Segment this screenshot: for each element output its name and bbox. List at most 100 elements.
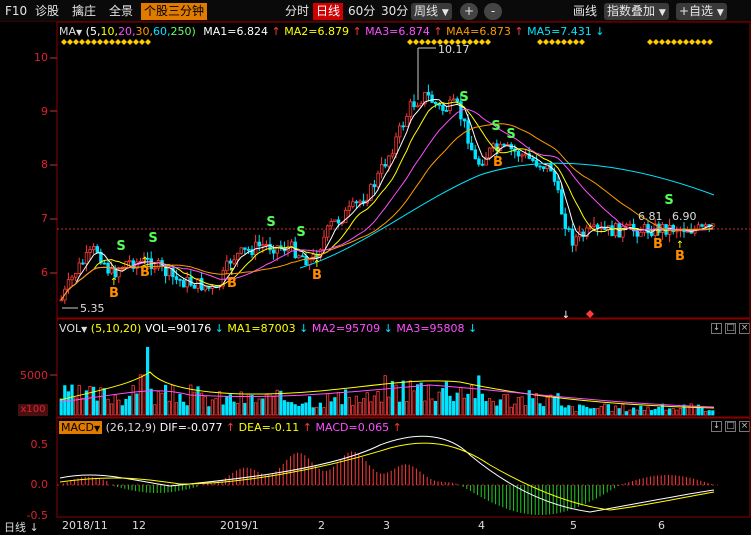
signal-diamond	[567, 39, 573, 45]
candle-body	[588, 226, 593, 229]
ma-indicator-selector[interactable]: MA▼	[59, 25, 82, 38]
chevron-down-icon: ▼	[81, 325, 88, 334]
candle-body	[628, 223, 632, 226]
buy-signal-label: B	[227, 276, 237, 291]
arrow-up-icon: ↑	[654, 228, 662, 239]
period-60min[interactable]: 60分	[345, 3, 378, 20]
volume-bar	[491, 400, 495, 416]
index-overlay-dropdown[interactable]: 指数叠加 ▼	[604, 3, 669, 20]
sell-signal-label: S	[266, 215, 275, 230]
volume-unit-label: x100	[18, 404, 48, 416]
candle-body	[682, 228, 686, 233]
candle-body	[516, 150, 521, 157]
dea-line	[59, 442, 715, 511]
signal-diamond	[419, 39, 425, 45]
volume-bar	[516, 397, 521, 416]
vol-settings-icon[interactable]: ↓	[711, 323, 722, 334]
zoom-in-button[interactable]: +	[460, 3, 478, 20]
stock-chart-canvas: B↑B↑B↑ B↑B↑B↑B↑SSSSSSSS↓	[50, 21, 751, 518]
macd-indicator-selector[interactable]: MACD▼	[59, 421, 103, 434]
signal-diamond	[573, 39, 579, 45]
macd-close-icon[interactable]: ×	[739, 421, 750, 432]
arrow-up-icon: ↑	[494, 146, 502, 157]
ma-param-30: 30,	[135, 25, 153, 38]
candle-body	[426, 91, 431, 96]
volume-bar	[131, 385, 135, 416]
candle-body	[246, 248, 251, 251]
volume-bar	[394, 384, 398, 416]
signal-diamond	[127, 39, 133, 45]
volume-bar	[279, 390, 283, 416]
candle-body	[124, 261, 128, 268]
signal-diamond	[67, 39, 73, 45]
signal-diamond	[73, 39, 79, 45]
stock-three-minutes-button[interactable]: 个股三分钟	[141, 3, 208, 20]
diagnose-stock-button[interactable]: 诊股	[32, 3, 62, 20]
vol-indicator-selector[interactable]: VOL▼	[59, 322, 87, 335]
volume-bar	[95, 400, 99, 416]
period-30min[interactable]: 30分	[378, 3, 411, 20]
volume-bar	[246, 393, 250, 416]
sell-signal-label: S	[491, 119, 500, 134]
chevron-down-icon: ▼	[658, 8, 666, 18]
volume-bar	[178, 393, 182, 416]
candle-body	[480, 163, 485, 166]
volume-bar	[646, 406, 650, 416]
candle-body	[459, 101, 463, 120]
sell-signal-label: S	[664, 193, 673, 208]
candle-body	[293, 241, 297, 259]
candle-body	[250, 249, 254, 256]
period-intraday[interactable]: 分时	[282, 3, 312, 20]
volume-bar	[311, 407, 315, 416]
signal-diamond	[133, 39, 139, 45]
candle-body	[469, 142, 474, 151]
vol-close-icon[interactable]: ×	[739, 323, 750, 334]
vol-maximize-icon[interactable]: □	[725, 323, 736, 334]
candle-body	[135, 261, 139, 269]
candle-body	[693, 228, 697, 234]
period-mode-button[interactable]: 日线 ↓	[4, 519, 39, 535]
period-daily[interactable]: 日线	[313, 3, 344, 20]
add-watchlist-dropdown[interactable]: +自选 ▼	[676, 3, 727, 20]
macd-settings-icon[interactable]: ↓	[711, 421, 722, 432]
candle-body	[408, 101, 413, 117]
date-label-4: 4	[478, 519, 485, 532]
draw-line-button[interactable]: 画线	[570, 3, 600, 20]
volume-bar	[498, 399, 503, 416]
macd-maximize-icon[interactable]: □	[725, 421, 736, 432]
ma5-value: MA5=7.431	[527, 25, 592, 38]
candle-body	[221, 270, 225, 287]
f10-button[interactable]: F10	[2, 3, 30, 20]
period-weekly-dropdown[interactable]: 周线 ▼	[411, 3, 452, 20]
candle-body	[66, 279, 71, 290]
candle-body	[369, 184, 373, 201]
volume-bar	[520, 396, 524, 416]
arrow-down-icon: ↓	[26, 521, 39, 534]
dif-value: DIF=-0.077	[159, 421, 223, 434]
volume-bar	[451, 401, 456, 416]
candle-body	[153, 267, 157, 270]
zoom-out-button[interactable]: -	[484, 3, 502, 20]
vol-ma3-value: MA3=95808	[396, 322, 465, 335]
date-label-2: 2	[318, 519, 325, 532]
signal-diamond	[61, 39, 67, 45]
candle-body	[441, 104, 445, 111]
candle-body	[531, 158, 535, 161]
volume-bar	[376, 390, 380, 416]
volume-bar	[415, 384, 420, 416]
panorama-button[interactable]: 全景	[106, 3, 136, 20]
date-label-2019-1: 2019/1	[220, 519, 259, 532]
catch-dealer-button[interactable]: 擒庄	[69, 3, 99, 20]
candle-body	[487, 147, 492, 159]
candle-body	[325, 225, 330, 238]
vol-ma2-value: MA2=95709	[311, 322, 381, 335]
price-tick-7: 7	[41, 212, 48, 225]
candle-body	[217, 285, 222, 288]
vol-ma2-line	[59, 384, 715, 408]
candle-body	[556, 180, 560, 191]
signal-diamond	[701, 39, 707, 45]
candle-body	[675, 230, 679, 233]
volume-bar	[318, 402, 323, 416]
volume-bar	[585, 406, 589, 416]
volume-bar	[257, 398, 261, 416]
